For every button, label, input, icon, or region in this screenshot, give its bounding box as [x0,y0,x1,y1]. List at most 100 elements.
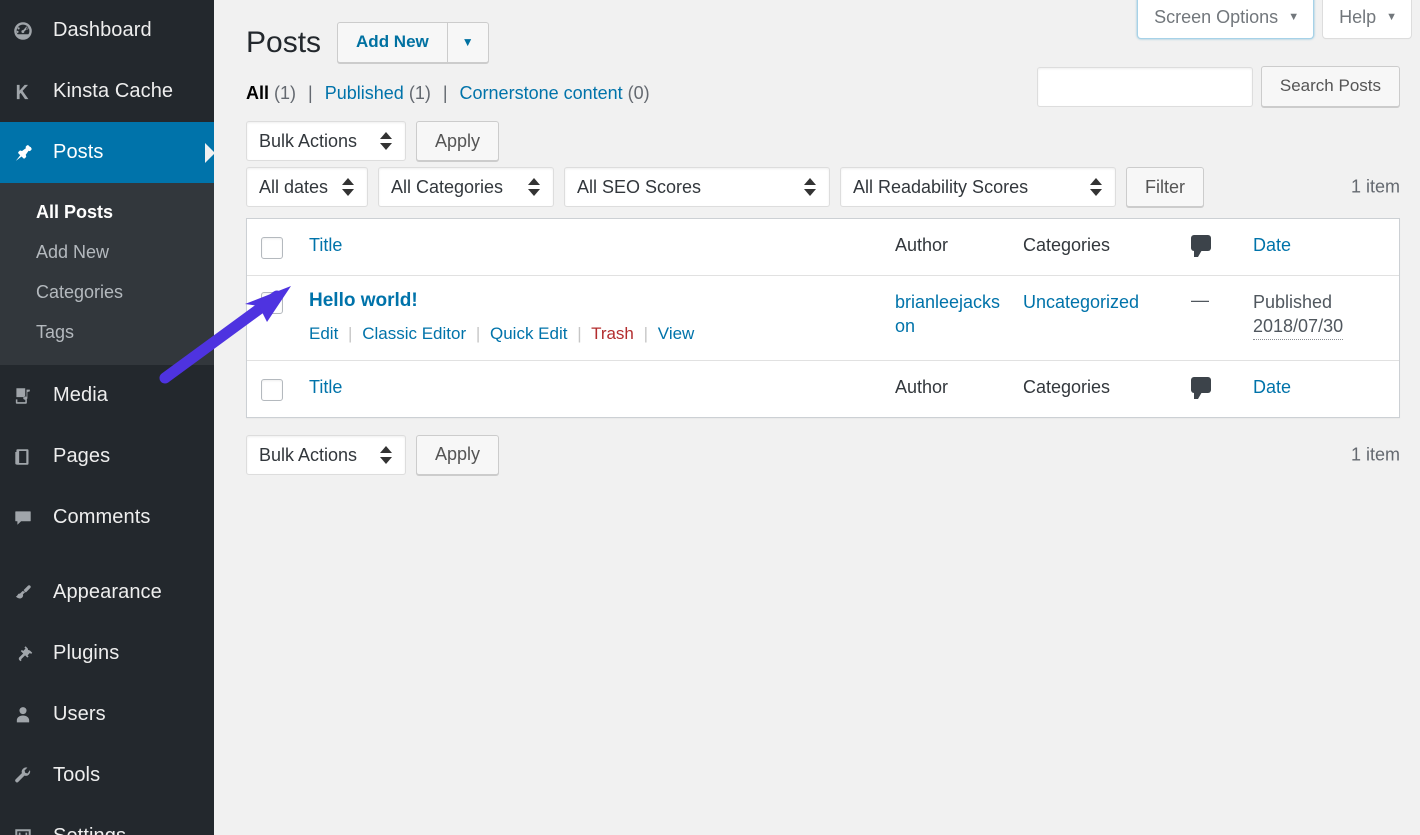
help-label: Help [1339,7,1376,28]
column-header-comments[interactable] [1181,219,1243,276]
sidebar-item-label: Pages [53,445,110,468]
wrench-icon [12,765,34,787]
paintbrush-icon [12,582,34,604]
admin-sidebar: Dashboard Kinsta Cache Posts All Posts A… [0,0,214,835]
sidebar-item-settings[interactable]: Settings [0,806,214,835]
comments-bubble-icon [1191,235,1211,251]
posts-table-body: Hello world! Edit | Classic Editor | Qui… [247,276,1399,360]
view-published[interactable]: Published [325,83,404,103]
tablenav-bottom: Bulk Actions Apply 1 item [214,434,1420,476]
row-title-cell: Hello world! Edit | Classic Editor | Qui… [299,276,885,360]
chevron-down-icon: ▼ [1386,12,1397,23]
sidebar-subitem-tags[interactable]: Tags [0,312,214,352]
apply-bulk-actions-button-bottom[interactable]: Apply [416,435,499,475]
sidebar-item-dashboard[interactable]: Dashboard [0,0,214,61]
post-title-link[interactable]: Hello world! [309,290,875,313]
row-action-edit[interactable]: Edit [309,324,338,343]
sidebar-item-tools[interactable]: Tools [0,745,214,806]
row-select-cell [247,276,299,360]
sidebar-item-comments[interactable]: Comments [0,487,214,548]
select-all-footer [247,360,299,417]
table-header-row: Title Author Categories Date [247,219,1399,276]
column-header-date[interactable]: Date [1243,219,1399,276]
sidebar-item-media[interactable]: Media [0,365,214,426]
add-new-button[interactable]: Add New [337,22,448,63]
filter-dates-select[interactable]: All dates [246,167,368,207]
column-header-title[interactable]: Title [299,219,885,276]
sidebar-subitem-categories[interactable]: Categories [0,272,214,312]
filter-categories-select[interactable]: All Categories [378,167,554,207]
sidebar-subitem-all-posts[interactable]: All Posts [0,192,214,232]
sidebar-item-posts[interactable]: Posts [0,122,214,183]
row-action-divider: | [572,324,586,343]
row-action-quick-edit[interactable]: Quick Edit [490,324,567,343]
row-action-classic-editor[interactable]: Classic Editor [362,324,466,343]
select-all-header [247,219,299,276]
row-action-view[interactable]: View [658,324,695,343]
post-category-link[interactable]: Uncategorized [1023,290,1171,314]
sidebar-item-label: Dashboard [53,19,152,42]
add-new-dropdown-toggle[interactable]: ▼ [448,22,489,63]
post-author-link[interactable]: brianleejackson [895,290,1003,339]
column-footer-comments[interactable] [1181,360,1243,417]
posts-submenu: All Posts Add New Categories Tags [0,183,214,365]
bulk-actions-select-bottom[interactable]: Bulk Actions [246,435,406,475]
select-all-checkbox-bottom[interactable] [261,379,283,401]
sidebar-item-users[interactable]: Users [0,684,214,745]
view-cornerstone-count: (0) [628,83,650,103]
row-checkbox[interactable] [261,292,283,314]
view-all-count: (1) [274,83,296,103]
row-actions: Edit | Classic Editor | Quick Edit | Tra… [309,322,875,346]
column-footer-date[interactable]: Date [1243,360,1399,417]
filter-readability-scores-select[interactable]: All Readability Scores [840,167,1116,207]
tablenav-top: Bulk Actions Apply [214,120,1420,162]
post-date-wrapper: 2018/07/30 [1253,314,1389,339]
kinsta-k-icon [12,81,34,103]
row-action-trash[interactable]: Trash [591,324,634,343]
view-cornerstone-content[interactable]: Cornerstone content [460,83,623,103]
column-header-author: Author [885,219,1013,276]
filter-seo-scores-select[interactable]: All SEO Scores [564,167,830,207]
sidebar-item-pages[interactable]: Pages [0,426,214,487]
bulk-actions-select-wrap-bottom: Bulk Actions [246,435,406,475]
view-separator: | [301,83,320,103]
sidebar-subitem-add-new[interactable]: Add New [0,232,214,272]
posts-table: Title Author Categories Date [246,218,1400,418]
apply-bulk-actions-button[interactable]: Apply [416,121,499,161]
bulk-actions-select[interactable]: Bulk Actions [246,121,406,161]
help-button[interactable]: Help ▼ [1322,0,1412,39]
media-icon [12,385,34,407]
column-footer-categories: Categories [1013,360,1181,417]
search-input[interactable] [1037,67,1253,107]
column-date-label-footer: Date [1253,377,1291,397]
user-icon [12,704,34,726]
seo-scores-select-wrap: All SEO Scores [564,167,830,207]
sidebar-item-label: Posts [53,141,104,164]
displaying-num-bottom: 1 item [1351,444,1400,465]
select-all-checkbox-top[interactable] [261,237,283,259]
bulk-actions-select-wrap: Bulk Actions [246,121,406,161]
column-footer-title[interactable]: Title [299,360,885,417]
pages-icon [12,446,34,468]
sidebar-item-kinsta-cache[interactable]: Kinsta Cache [0,61,214,122]
add-new-group: Add New ▼ [337,22,489,63]
sidebar-item-appearance[interactable]: Appearance [0,562,214,623]
row-author-cell: brianleejackson [885,276,1013,360]
column-categories-label: Categories [1023,235,1110,255]
filter-button[interactable]: Filter [1126,167,1204,207]
comments-icon [12,507,34,529]
screen-meta-links: Screen Options ▼ Help ▼ [1137,0,1412,39]
post-date-status: Published [1253,290,1389,314]
row-date-cell: Published 2018/07/30 [1243,276,1399,360]
wordpress-admin-screen: Dashboard Kinsta Cache Posts All Posts A… [0,0,1420,835]
view-all[interactable]: All [246,83,269,103]
search-box: Search Posts [1037,66,1400,107]
admin-main-content: Screen Options ▼ Help ▼ Posts Add New ▼ … [214,0,1420,835]
chevron-down-icon: ▼ [1288,12,1299,23]
posts-table-foot: Title Author Categories Date [247,360,1399,417]
search-posts-button[interactable]: Search Posts [1261,66,1400,107]
screen-options-button[interactable]: Screen Options ▼ [1137,0,1314,39]
view-separator: | [436,83,455,103]
column-footer-author: Author [885,360,1013,417]
sidebar-item-plugins[interactable]: Plugins [0,623,214,684]
